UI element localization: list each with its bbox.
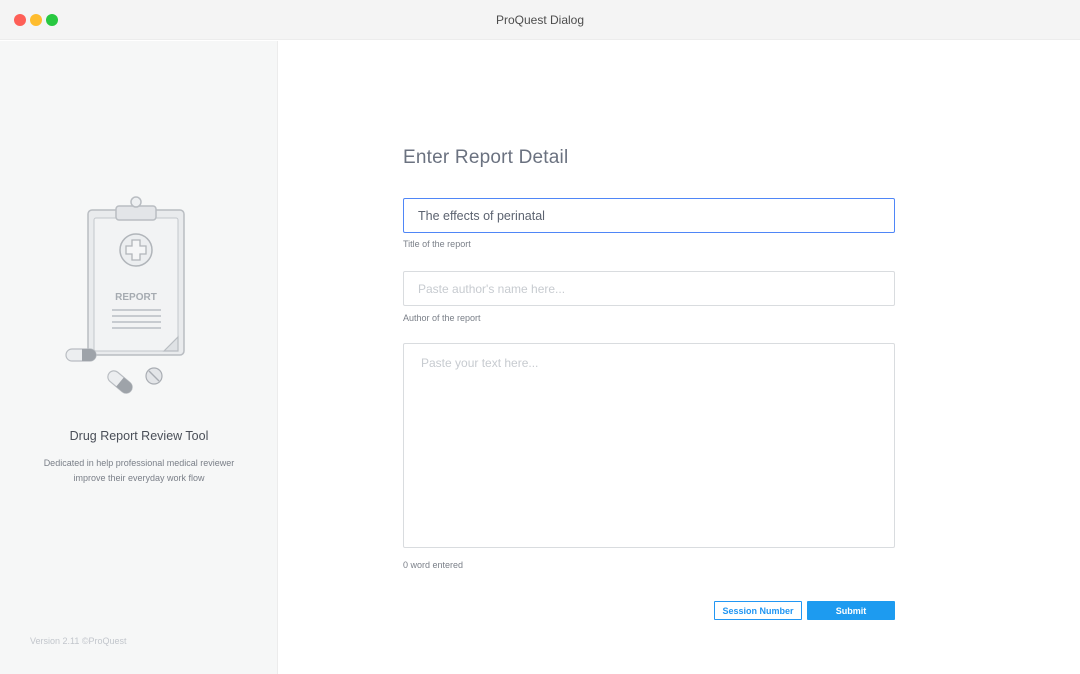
word-count: 0 word entered [403,560,464,570]
tool-description: Dedicated in help professional medical r… [43,458,235,483]
author-name-input[interactable] [403,271,895,306]
sidebar: REPORT Drug Report Review Tool Dedicated… [0,41,278,674]
clipboard-report-illustration: REPORT [65,196,185,394]
submit-button[interactable]: Submit [807,601,895,620]
window-title: ProQuest Dialog [495,13,585,27]
version-label: Version 2.11 ©ProQuest [30,636,127,646]
window-titlebar: ProQuest Dialog [0,0,1080,40]
report-title-caption: Title of the report [403,239,471,249]
report-illustration-label: REPORT [115,292,157,303]
report-form: Enter Report Detail Title of the report … [279,41,1080,674]
session-number-button[interactable]: Session Number [714,601,802,620]
report-title-input[interactable] [403,198,895,233]
tool-title: Drug Report Review Tool [69,429,209,443]
author-caption: Author of the report [403,313,481,323]
page-title: Enter Report Detail [403,147,569,168]
report-text-area[interactable] [403,343,895,548]
